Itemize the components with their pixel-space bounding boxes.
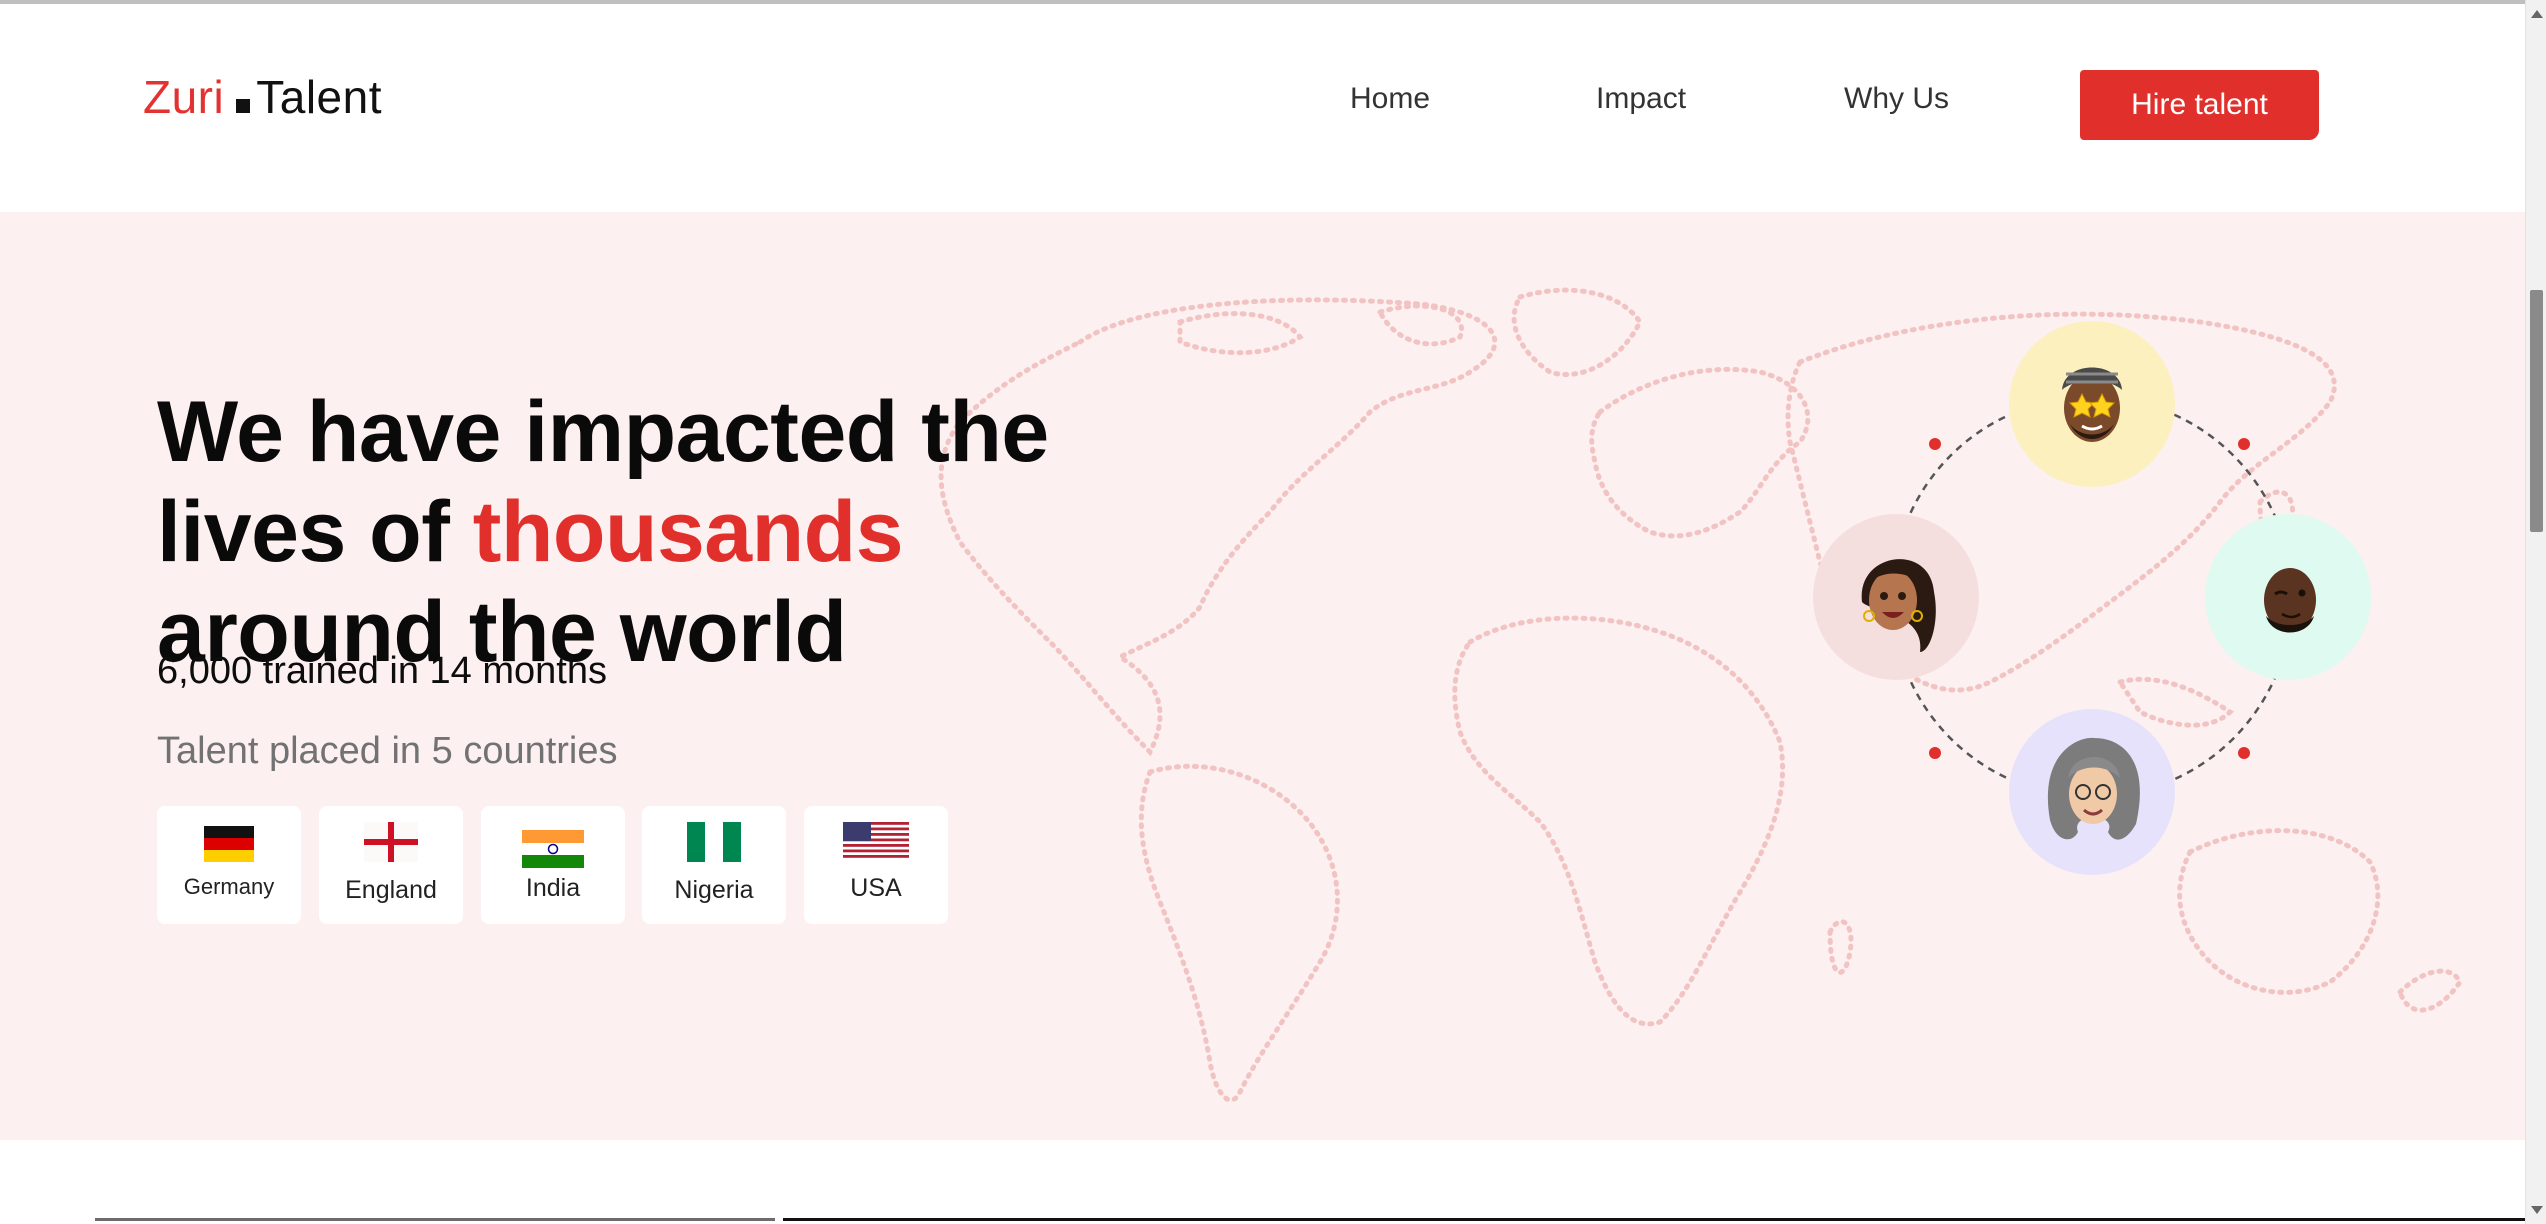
- scroll-up-arrow-icon[interactable]: [2531, 10, 2543, 18]
- logo-dot: [236, 99, 251, 113]
- orbit-dot: [2238, 438, 2250, 450]
- site-header: Zuri Talent Home Impact Why Us Hire talen…: [0, 4, 2525, 212]
- avatar-man-winking: [2205, 514, 2371, 680]
- logo-talent: Talent: [256, 71, 382, 123]
- orbit-dot: [1929, 438, 1941, 450]
- avatar-woman-grey-hair: [2009, 709, 2175, 875]
- avatar-woman-braids: [1813, 514, 1979, 680]
- orbit-dot: [1929, 747, 1941, 759]
- talent-orbit-graphic: [1813, 321, 2371, 875]
- scroll-down-arrow-icon[interactable]: [2531, 1206, 2543, 1214]
- orbit-dot: [2238, 747, 2250, 759]
- nav-impact[interactable]: Impact: [1596, 82, 1686, 116]
- logo-zuri: Zuri: [143, 71, 225, 123]
- nav-home[interactable]: Home: [1350, 82, 1430, 116]
- nav-why-us[interactable]: Why Us: [1844, 82, 1949, 116]
- page-bottom-edge: [0, 1218, 2525, 1224]
- hero-section: We have impacted the lives of thousands …: [0, 212, 2525, 1140]
- scrollbar-thumb[interactable]: [2530, 290, 2543, 532]
- avatar-man-star-glasses: [2009, 321, 2175, 487]
- hire-talent-button[interactable]: Hire talent: [2080, 70, 2319, 140]
- logo[interactable]: Zuri Talent: [143, 70, 382, 124]
- vertical-scrollbar[interactable]: [2525, 0, 2546, 1224]
